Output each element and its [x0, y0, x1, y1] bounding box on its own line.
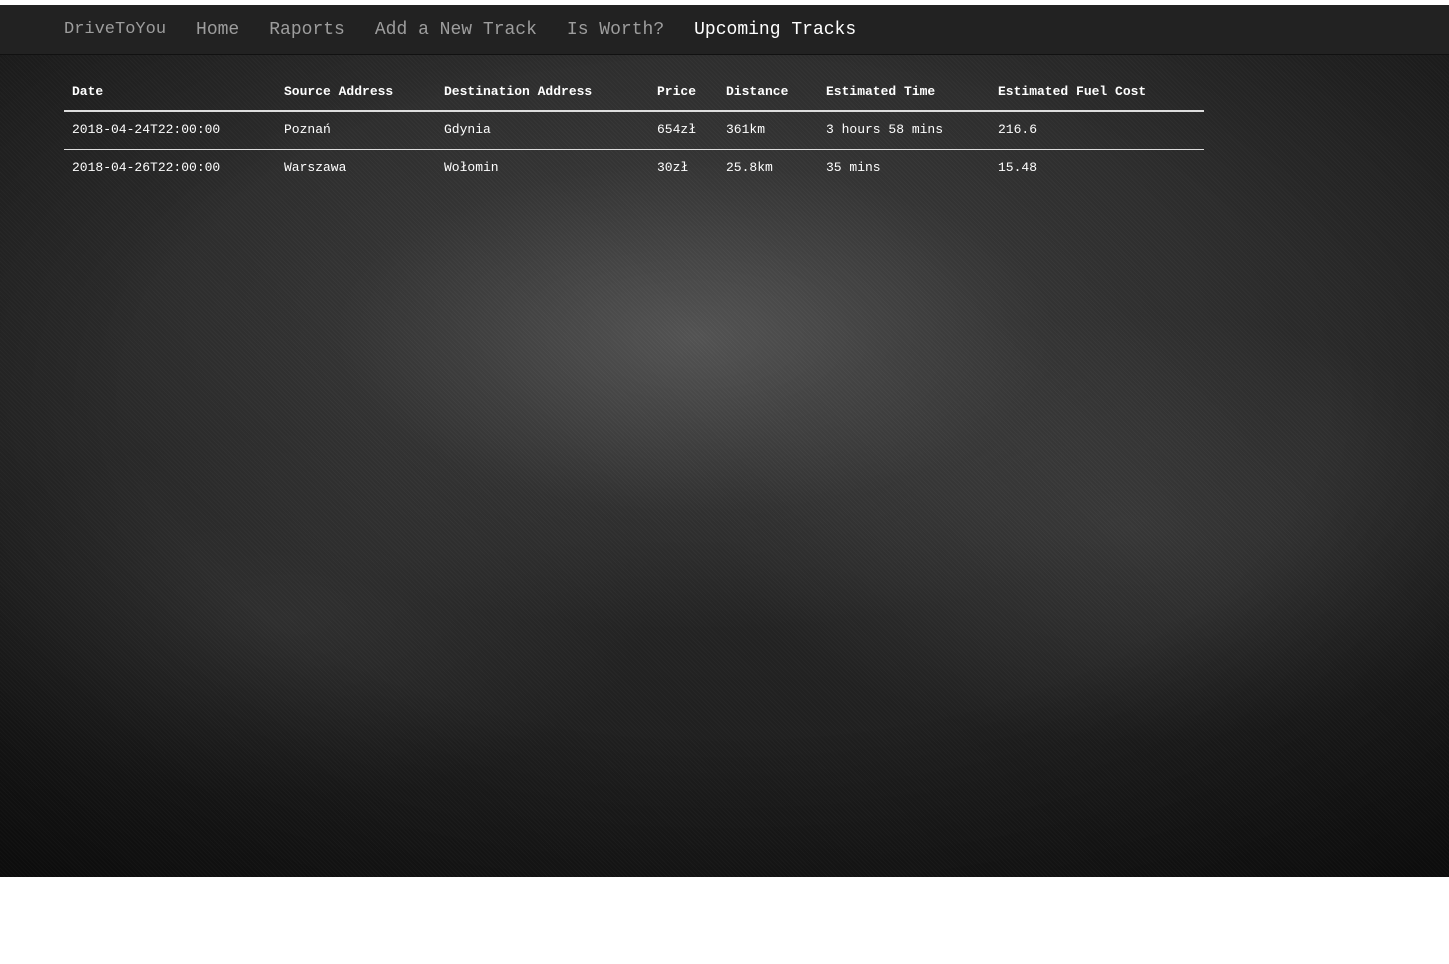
cell-estimated-fuel-cost: 15.48 [990, 149, 1204, 187]
navbar-inner: DriveToYou Home Raports Add a New Track … [64, 5, 886, 54]
cell-distance: 25.8km [718, 149, 818, 187]
cell-distance: 361km [726, 122, 766, 137]
navbar: DriveToYou Home Raports Add a New Track … [0, 5, 1449, 55]
header-price: Price [649, 74, 718, 112]
table-row: 2018-04-26T22:00:00 Warszawa Wołomin 30z… [64, 149, 1204, 187]
cell-destination-address: Gdynia [444, 122, 491, 137]
upcoming-tracks-table: Date Source Address Destination Address … [64, 74, 1204, 187]
page: DriveToYou Home Raports Add a New Track … [0, 0, 1449, 964]
table-header-row: Date Source Address Destination Address … [64, 74, 1204, 112]
cell-date: 2018-04-24T22:00:00 [72, 122, 221, 137]
nav-link-home[interactable]: Home [196, 20, 239, 40]
cell-estimated-fuel-cost: 216.6 [998, 122, 1038, 137]
main-content: Date Source Address Destination Address … [64, 74, 1204, 187]
cell-destination-address: Wołomin [436, 149, 649, 187]
nav-link-upcoming-tracks[interactable]: Upcoming Tracks [694, 20, 856, 40]
cell-price: 30zł [649, 149, 718, 187]
table-body: 2018-04-24T22:00:00 Poznań Gdynia 654zł … [64, 111, 1204, 187]
cell-estimated-time: 35 mins [818, 149, 990, 187]
table-row: 2018-04-24T22:00:00 Poznań Gdynia 654zł … [64, 111, 1204, 150]
header-distance: Distance [718, 74, 818, 112]
header-source-address: Source Address [276, 74, 436, 112]
table-head: Date Source Address Destination Address … [64, 74, 1204, 112]
cell-source-address: Warszawa [276, 149, 436, 187]
nav-link-is-worth[interactable]: Is Worth? [567, 20, 664, 40]
brand-link[interactable]: DriveToYou [64, 20, 166, 39]
nav-link-add-new-track[interactable]: Add a New Track [375, 20, 537, 40]
cell-source-address: Poznań [284, 122, 331, 137]
header-destination-address: Destination Address [436, 74, 649, 112]
header-estimated-fuel-cost: Estimated Fuel Cost [990, 74, 1204, 112]
cell-price: 654zł [657, 122, 697, 137]
header-estimated-time: Estimated Time [818, 74, 990, 112]
header-date: Date [64, 74, 276, 112]
cell-date: 2018-04-26T22:00:00 [64, 149, 276, 187]
nav-link-raports[interactable]: Raports [269, 20, 345, 40]
cell-estimated-time: 3 hours 58 mins [826, 122, 944, 137]
